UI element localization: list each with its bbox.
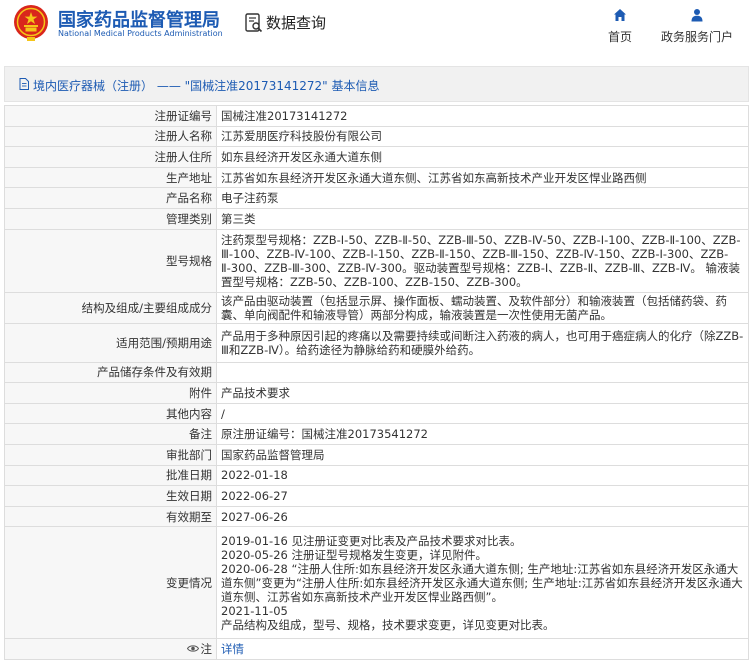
- field-value: 2022-01-18: [216, 464, 749, 487]
- field-label: 其他内容: [4, 402, 217, 425]
- field-label: 结构及组成/主要组成成分: [4, 291, 217, 324]
- change-line: 产品结构及组成，型号、规格，技术要求变更，详见变更对比表。: [221, 617, 555, 632]
- table-row: 型号规格 注药泵型号规格：ZZB-Ⅰ-50、ZZB-Ⅱ-50、ZZB-Ⅲ-50、Z…: [4, 228, 749, 293]
- change-line: 2021-11-05: [221, 603, 288, 618]
- nav-home-label: 首页: [607, 30, 632, 44]
- field-value: 产品技术要求: [216, 382, 749, 404]
- table-row: 注册人住所 如东县经济开发区永通大道东侧: [4, 146, 749, 168]
- org-name-en: National Medical Products Administration: [58, 29, 223, 38]
- field-value: 注药泵型号规格：ZZB-Ⅰ-50、ZZB-Ⅱ-50、ZZB-Ⅲ-50、ZZB-Ⅳ…: [216, 228, 749, 293]
- table-row: 注册人名称 江苏爱朋医疗科技股份有限公司: [4, 125, 749, 148]
- field-label: 管理类别: [4, 207, 217, 230]
- field-value: 原注册证编号：国械注准20173541272: [216, 423, 749, 445]
- document-icon: [19, 78, 29, 90]
- field-label: 型号规格: [4, 228, 217, 293]
- changes-value: 2019-01-16 见注册证变更对比表及产品技术要求对比表。 2020-05-2…: [216, 526, 749, 640]
- eye-icon: [186, 645, 199, 652]
- field-label: 审批部门: [4, 443, 217, 466]
- breadcrumb-text: 境内医疗器械（注册） —— "国械注准20173141272" 基本信息: [33, 79, 380, 93]
- field-label: 生产地址: [4, 166, 217, 189]
- table-row: 产品储存条件及有效期: [4, 361, 749, 384]
- note-label-cell: 注: [4, 638, 217, 660]
- field-value: 江苏爱朋医疗科技股份有限公司: [216, 125, 749, 148]
- field-value: 江苏省如东县经济开发区永通大道东侧、江苏省如东高新技术产业开发区悍业路西侧: [216, 166, 749, 189]
- table-row-changes: 变更情况 2019-01-16 见注册证变更对比表及产品技术要求对比表。 2020-…: [4, 526, 749, 640]
- table-row: 备注 原注册证编号：国械注准20173541272: [4, 423, 749, 445]
- table-row: 产品名称 电子注药泵: [4, 187, 749, 209]
- note-label: 注: [200, 641, 213, 656]
- table-row: 注册证编号 国械注准20173141272: [4, 105, 749, 127]
- field-value: [216, 361, 749, 384]
- table-row-note: 注详情: [4, 638, 749, 660]
- field-label: 有效期至: [4, 505, 217, 528]
- table-row: 结构及组成/主要组成成分 该产品由驱动装置（包括显示屏、操作面板、蠕动装置、及软件…: [4, 291, 749, 324]
- field-label: 产品储存条件及有效期: [4, 361, 217, 384]
- field-label: 适用范围/预期用途: [4, 322, 217, 363]
- breadcrumb: 境内医疗器械（注册） —— "国械注准20173141272" 基本信息: [4, 66, 749, 102]
- change-line: 2019-01-16 见注册证变更对比表及产品技术要求对比表。: [221, 533, 522, 548]
- registration-info-table: 注册证编号 国械注准20173141272 注册人名称 江苏爱朋医疗科技股份有限公司注…: [4, 105, 749, 660]
- field-label: 备注: [4, 423, 217, 445]
- national-emblem-icon: [14, 5, 48, 41]
- field-label: 附件: [4, 382, 217, 404]
- field-label: 注册证编号: [4, 105, 217, 127]
- field-label: 注册人名称: [4, 125, 217, 148]
- table-row: 附件 产品技术要求: [4, 382, 749, 404]
- table-row: 适用范围/预期用途 产品用于多种原因引起的疼痛以及需要持续或间断注入药液的病人，也…: [4, 322, 749, 363]
- site-header: 国家药品监督管理局 National Medical Products Admi…: [0, 0, 753, 60]
- table-row: 生效日期 2022-06-27: [4, 485, 749, 507]
- field-value: 2027-06-26: [216, 505, 749, 528]
- field-value: 如东县经济开发区永通大道东侧: [216, 146, 749, 168]
- change-line: 2020-06-28 “注册人住所:如东县经济开发区永通大道东侧; 生产地址:江…: [221, 561, 743, 604]
- field-value: 2022-06-27: [216, 485, 749, 507]
- table-row: 管理类别 第三类: [4, 207, 749, 230]
- field-label: 生效日期: [4, 485, 217, 507]
- changes-label: 变更情况: [4, 526, 217, 640]
- details-link[interactable]: 详情: [221, 642, 244, 656]
- note-value-cell: 详情: [216, 638, 749, 660]
- field-label: 注册人住所: [4, 146, 217, 168]
- field-label: 产品名称: [4, 187, 217, 209]
- field-value: 产品用于多种原因引起的疼痛以及需要持续或间断注入药液的病人，也可用于癌症病人的化…: [216, 322, 749, 363]
- field-value: 国家药品监督管理局: [216, 443, 749, 466]
- change-line: 2020-05-26 注册证型号规格发生变更，详见附件。: [221, 547, 487, 562]
- table-row: 审批部门 国家药品监督管理局: [4, 443, 749, 466]
- field-value: 该产品由驱动装置（包括显示屏、操作面板、蠕动装置、及软件部分）和输液装置（包括储…: [216, 291, 749, 324]
- table-row: 有效期至 2027-06-26: [4, 505, 749, 528]
- table-row: 批准日期 2022-01-18: [4, 464, 749, 487]
- home-icon: [614, 9, 626, 21]
- field-label: 批准日期: [4, 464, 217, 487]
- field-value: /: [216, 402, 749, 425]
- database-search-icon: [245, 13, 263, 33]
- table-row: 其他内容 /: [4, 402, 749, 425]
- database-title: 数据查询: [266, 14, 327, 32]
- nav-gov-services[interactable]: 政务服务门户: [658, 8, 736, 45]
- field-value: 电子注药泵: [216, 187, 749, 209]
- field-value: 国械注准20173141272: [216, 105, 749, 127]
- field-value: 第三类: [216, 207, 749, 230]
- table-row: 生产地址 江苏省如东县经济开发区永通大道东侧、江苏省如东高新技术产业开发区悍业路西…: [4, 166, 749, 189]
- user-icon: [691, 9, 703, 22]
- nav-home[interactable]: 首页: [604, 8, 636, 45]
- nav-gov-label: 政务服务门户: [660, 30, 733, 44]
